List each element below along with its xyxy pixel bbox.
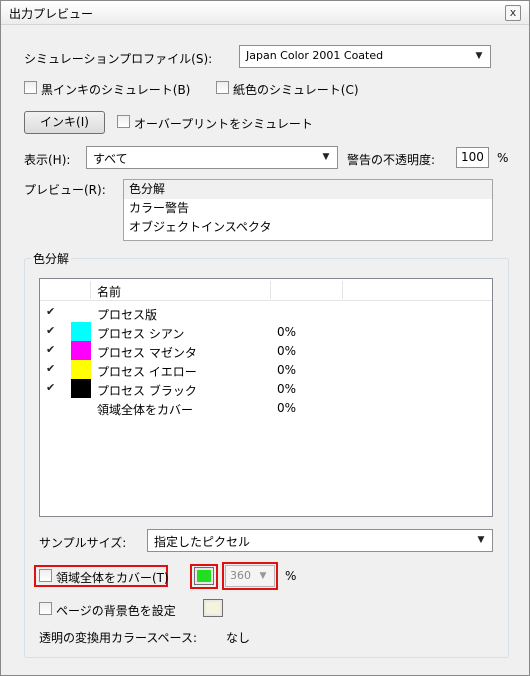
table-row[interactable]: ✔ プロセス版: [40, 303, 492, 322]
black-ink-label: 黒インキのシミュレート(B): [41, 83, 191, 97]
column-header-name[interactable]: 名前: [97, 283, 121, 300]
close-button[interactable]: x: [505, 5, 521, 21]
row-name: プロセス マゼンタ: [97, 346, 197, 360]
table-header: 名前: [40, 279, 492, 301]
cover-value-select[interactable]: 360 ▼: [225, 565, 275, 587]
preview-item[interactable]: 色分解: [124, 180, 492, 199]
row-name: プロセス イエロー: [97, 365, 197, 379]
cover-area-checkbox[interactable]: [39, 569, 52, 582]
preview-listbox[interactable]: 色分解 カラー警告 オブジェクトインスペクタ: [123, 179, 493, 241]
sample-size-label: サンプルサイズ:: [39, 536, 127, 550]
output-preview-dialog: 出力プレビュー x シミュレーションプロファイル(S): Japan Color…: [0, 0, 530, 676]
overprint-label: オーバープリントをシミュレート: [134, 117, 313, 131]
row-name: 領域全体をカバー: [97, 403, 194, 417]
row-name: プロセス版: [97, 308, 158, 322]
overprint-checkbox[interactable]: [117, 115, 130, 128]
cover-area-label: 領域全体をカバー(T): [56, 571, 169, 585]
warning-opacity-input[interactable]: 100: [456, 147, 489, 168]
row-value: 0%: [277, 344, 297, 358]
cover-value: 360: [230, 569, 251, 582]
row-value: 0%: [277, 401, 297, 415]
warning-opacity-label: 警告の不透明度:: [347, 153, 436, 167]
separations-table: 名前 ✔ プロセス版 ✔ プロセス シアン 0% ✔ プロセス マゼンタ 0% …: [39, 278, 493, 517]
row-name: プロセス ブラック: [97, 384, 197, 398]
preview-label: プレビュー(R):: [24, 183, 106, 197]
color-swatch: [71, 341, 91, 360]
sample-size-value: 指定したピクセル: [154, 535, 251, 549]
column-divider: [90, 281, 91, 299]
row-checkbox[interactable]: ✔: [46, 306, 55, 317]
table-row[interactable]: ✔ プロセス シアン 0%: [40, 322, 492, 341]
column-divider: [270, 281, 271, 299]
title-bar: 出力プレビュー x: [1, 1, 529, 25]
simulation-profile-select[interactable]: Japan Color 2001 Coated ▼: [239, 45, 491, 68]
paper-color-checkbox[interactable]: [216, 81, 229, 94]
paper-color-label: 紙色のシミュレート(C): [233, 83, 359, 97]
transparency-space-label: 透明の変換用カラースペース:: [39, 631, 198, 645]
warning-opacity-percent: %: [497, 151, 509, 165]
row-checkbox[interactable]: ✔: [46, 344, 55, 355]
table-row[interactable]: ✔ プロセス マゼンタ 0%: [40, 341, 492, 360]
display-label: 表示(H):: [24, 153, 71, 167]
color-swatch: [206, 602, 220, 614]
page-bg-label: ページの背景色を設定: [56, 604, 176, 618]
chevron-down-icon: ▼: [259, 571, 267, 581]
chevron-down-icon: ▼: [477, 535, 485, 545]
ink-button[interactable]: インキ(I): [24, 111, 105, 134]
row-value: 0%: [277, 363, 297, 377]
table-row[interactable]: ✔ プロセス ブラック 0%: [40, 379, 492, 398]
simulation-profile-value: Japan Color 2001 Coated: [246, 49, 384, 62]
preview-item[interactable]: オブジェクトインスペクタ: [124, 218, 492, 237]
preview-item[interactable]: カラー警告: [124, 199, 492, 218]
chevron-down-icon: ▼: [322, 152, 330, 162]
cover-color-button[interactable]: [194, 567, 214, 585]
column-divider: [342, 281, 343, 299]
transparency-space-value: なし: [226, 631, 251, 645]
row-checkbox[interactable]: ✔: [46, 363, 55, 374]
row-value: 0%: [277, 325, 297, 339]
display-value: すべて: [93, 152, 128, 166]
sample-size-select[interactable]: 指定したピクセル ▼: [147, 529, 493, 552]
row-value: 0%: [277, 382, 297, 396]
page-bg-checkbox[interactable]: [39, 602, 52, 615]
separations-group-title: 色分解: [31, 250, 72, 267]
simulation-profile-label: シミュレーションプロファイル(S):: [24, 52, 213, 66]
color-swatch: [71, 360, 91, 379]
row-name: プロセス シアン: [97, 327, 185, 341]
window-title: 出力プレビュー: [9, 7, 94, 21]
page-bg-color-button[interactable]: [203, 599, 223, 617]
row-checkbox[interactable]: ✔: [46, 325, 55, 336]
color-swatch: [71, 322, 91, 341]
black-ink-checkbox[interactable]: [24, 81, 37, 94]
chevron-down-icon: ▼: [475, 51, 483, 61]
table-row[interactable]: ✔ プロセス イエロー 0%: [40, 360, 492, 379]
display-select[interactable]: すべて ▼: [86, 146, 338, 169]
cover-percent: %: [285, 569, 297, 583]
color-swatch: [197, 570, 211, 582]
row-checkbox[interactable]: ✔: [46, 382, 55, 393]
table-row[interactable]: 領域全体をカバー 0%: [40, 398, 492, 417]
color-swatch: [71, 379, 91, 398]
